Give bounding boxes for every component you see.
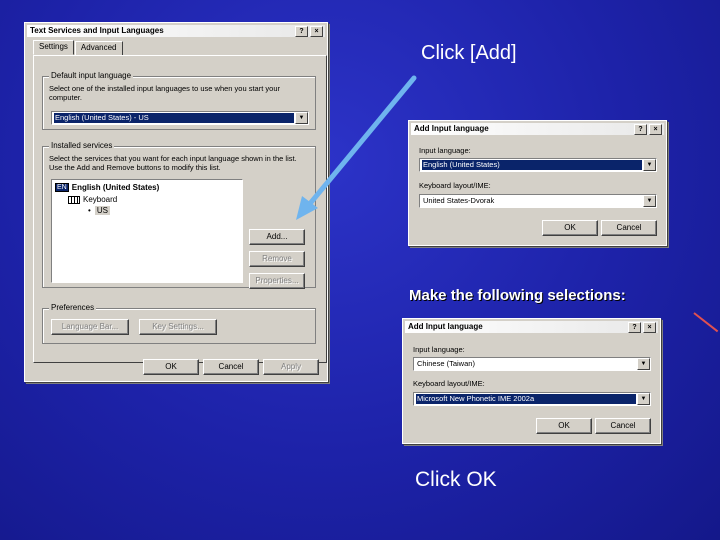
tree-item-language[interactable]: English (United States) bbox=[72, 183, 160, 192]
keyboard-layout-label: Keyboard layout/IME: bbox=[413, 379, 485, 388]
dialog-title: Add Input language bbox=[408, 322, 483, 331]
decorative-line bbox=[693, 312, 719, 333]
group-legend: Installed services bbox=[49, 141, 115, 150]
ok-button[interactable]: OK bbox=[542, 220, 598, 236]
select-value: United States-Dvorak bbox=[422, 196, 642, 206]
group-description: Select the services that you want for ea… bbox=[49, 154, 297, 172]
bullet-icon: • bbox=[88, 206, 91, 215]
close-button[interactable]: × bbox=[643, 322, 656, 333]
remove-button[interactable]: Remove bbox=[249, 251, 305, 267]
group-legend: Preferences bbox=[49, 303, 97, 312]
ok-button[interactable]: OK bbox=[143, 359, 199, 375]
caption-click-add: Click [Add] bbox=[421, 42, 517, 64]
keyboard-layout-select[interactable]: Microsoft New Phonetic IME 2002a ▼ bbox=[413, 392, 651, 406]
language-bar-button[interactable]: Language Bar... bbox=[51, 319, 129, 335]
help-button[interactable]: ? bbox=[628, 322, 641, 333]
cancel-button[interactable]: Cancel bbox=[601, 220, 657, 236]
add-button[interactable]: Add... bbox=[249, 229, 305, 245]
select-value: Microsoft New Phonetic IME 2002a bbox=[416, 394, 636, 404]
select-value: English (United States) - US bbox=[54, 113, 294, 123]
chevron-down-icon[interactable]: ▼ bbox=[637, 358, 650, 370]
tab-advanced[interactable]: Advanced bbox=[74, 41, 123, 56]
tree-item-keyboard[interactable]: Keyboard bbox=[83, 195, 117, 204]
chevron-down-icon[interactable]: ▼ bbox=[637, 393, 650, 405]
default-language-select[interactable]: English (United States) - US ▼ bbox=[51, 111, 309, 125]
caption-make-selections: Make the following selections: bbox=[409, 287, 626, 304]
select-value: Chinese (Taiwan) bbox=[416, 359, 636, 369]
default-language-group: Default input language Select one of the… bbox=[42, 71, 316, 130]
keyboard-icon bbox=[68, 195, 80, 204]
dialog-title: Text Services and Input Languages bbox=[30, 26, 164, 35]
close-button[interactable]: × bbox=[310, 26, 323, 37]
title-bar: Add Input language ? × bbox=[405, 321, 658, 333]
input-language-select[interactable]: English (United States) ▼ bbox=[419, 158, 657, 172]
installed-services-group: Installed services Select the services t… bbox=[42, 141, 316, 289]
properties-button[interactable]: Properties... bbox=[249, 273, 305, 289]
title-bar: Text Services and Input Languages ? × bbox=[27, 25, 325, 37]
services-tree[interactable]: EN English (United States) Keyboard • US bbox=[51, 179, 243, 283]
text-services-dialog: Text Services and Input Languages ? × Se… bbox=[24, 22, 328, 382]
keyboard-layout-select[interactable]: United States-Dvorak ▼ bbox=[419, 194, 657, 208]
cancel-button[interactable]: Cancel bbox=[203, 359, 259, 375]
key-settings-button[interactable]: Key Settings... bbox=[139, 319, 217, 335]
cancel-button[interactable]: Cancel bbox=[595, 418, 651, 434]
help-button[interactable]: ? bbox=[634, 124, 647, 135]
dialog-title: Add Input language bbox=[414, 124, 489, 133]
slide-background: Text Services and Input Languages ? × Se… bbox=[0, 0, 720, 540]
tab-settings[interactable]: Settings bbox=[33, 40, 74, 55]
chevron-down-icon[interactable]: ▼ bbox=[643, 159, 656, 171]
preferences-group: Preferences Language Bar... Key Settings… bbox=[42, 303, 316, 344]
tree-item-layout[interactable]: US bbox=[94, 206, 110, 215]
chevron-down-icon[interactable]: ▼ bbox=[295, 112, 308, 124]
select-value: English (United States) bbox=[422, 160, 642, 170]
language-badge-icon: EN bbox=[55, 183, 69, 192]
close-button[interactable]: × bbox=[649, 124, 662, 135]
group-legend: Default input language bbox=[49, 71, 134, 80]
chevron-down-icon[interactable]: ▼ bbox=[643, 195, 656, 207]
ok-button[interactable]: OK bbox=[536, 418, 592, 434]
group-description: Select one of the installed input langua… bbox=[49, 84, 280, 102]
apply-button[interactable]: Apply bbox=[263, 359, 319, 375]
add-input-language-dialog-1: Add Input language ? × Input language: E… bbox=[408, 120, 667, 246]
title-bar: Add Input language ? × bbox=[411, 123, 664, 135]
caption-click-ok: Click OK bbox=[415, 468, 497, 491]
input-language-label: Input language: bbox=[413, 345, 465, 354]
add-input-language-dialog-2: Add Input language ? × Input language: C… bbox=[402, 318, 661, 444]
keyboard-layout-label: Keyboard layout/IME: bbox=[419, 181, 491, 190]
help-button[interactable]: ? bbox=[295, 26, 308, 37]
settings-panel: Default input language Select one of the… bbox=[33, 55, 327, 363]
input-language-label: Input language: bbox=[419, 146, 471, 155]
input-language-select[interactable]: Chinese (Taiwan) ▼ bbox=[413, 357, 651, 371]
